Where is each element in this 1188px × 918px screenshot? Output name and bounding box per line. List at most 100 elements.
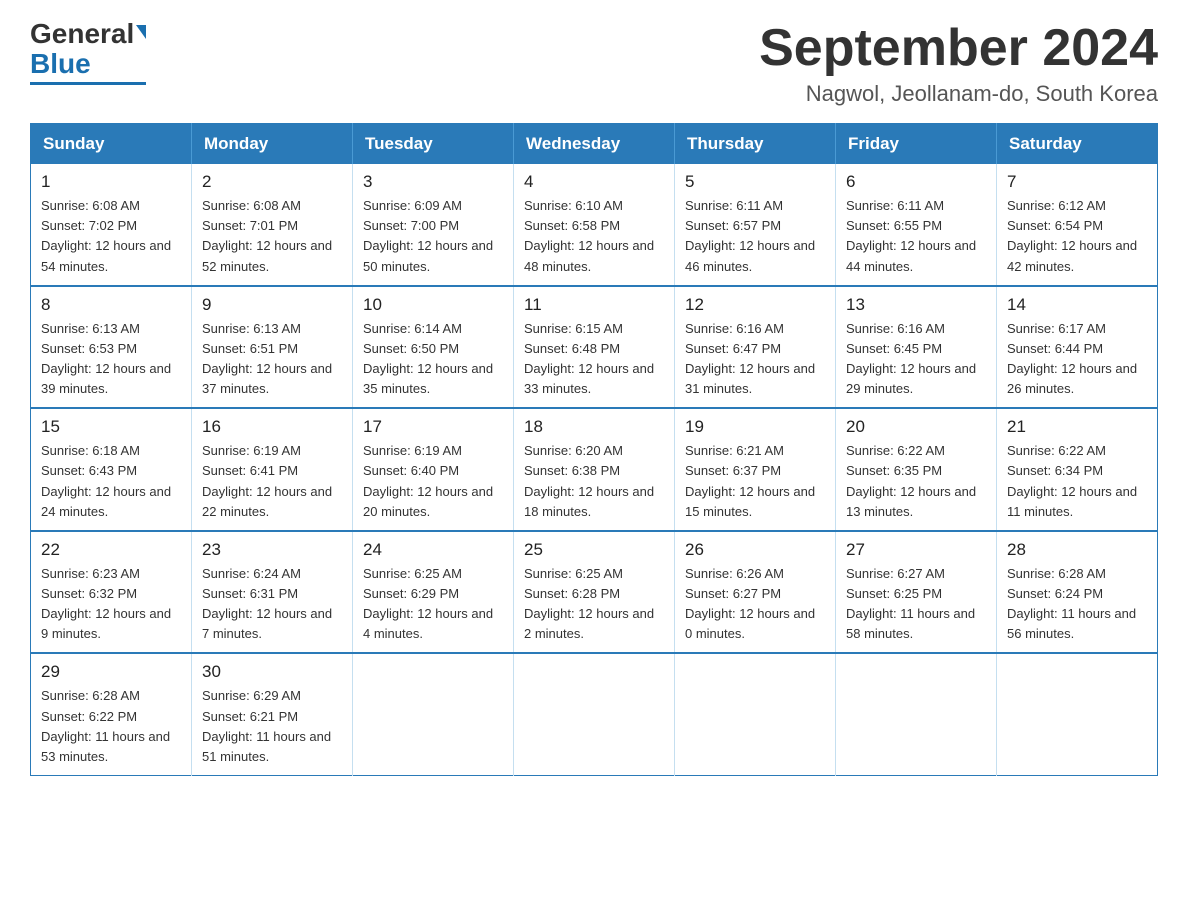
day-info: Sunrise: 6:17 AMSunset: 6:44 PMDaylight:…	[1007, 319, 1147, 400]
day-info: Sunrise: 6:26 AMSunset: 6:27 PMDaylight:…	[685, 564, 825, 645]
day-number: 16	[202, 417, 342, 437]
calendar-week-row: 22Sunrise: 6:23 AMSunset: 6:32 PMDayligh…	[31, 531, 1158, 654]
page-header: General Blue September 2024 Nagwol, Jeol…	[30, 20, 1158, 107]
day-number: 18	[524, 417, 664, 437]
calendar-week-row: 8 Sunrise: 6:13 AMSunset: 6:53 PMDaylight…	[31, 286, 1158, 409]
weekday-header-tuesday: Tuesday	[353, 124, 514, 165]
calendar-cell: 27 Sunrise: 6:27 AMSunset: 6:25 PMDayligh…	[836, 531, 997, 654]
calendar-cell: 18Sunrise: 6:20 AMSunset: 6:38 PMDayligh…	[514, 408, 675, 531]
calendar-cell: 2 Sunrise: 6:08 AMSunset: 7:01 PMDaylight…	[192, 164, 353, 286]
day-number: 10	[363, 295, 503, 315]
weekday-header-monday: Monday	[192, 124, 353, 165]
calendar-cell: 1 Sunrise: 6:08 AMSunset: 7:02 PMDaylight…	[31, 164, 192, 286]
day-number: 2	[202, 172, 342, 192]
logo-blue-text: Blue	[30, 50, 91, 78]
calendar-cell: 3 Sunrise: 6:09 AMSunset: 7:00 PMDaylight…	[353, 164, 514, 286]
day-info: Sunrise: 6:13 AMSunset: 6:53 PMDaylight:…	[41, 319, 181, 400]
day-info: Sunrise: 6:10 AMSunset: 6:58 PMDaylight:…	[524, 196, 664, 277]
day-number: 27	[846, 540, 986, 560]
day-info: Sunrise: 6:11 AMSunset: 6:57 PMDaylight:…	[685, 196, 825, 277]
day-number: 15	[41, 417, 181, 437]
day-number: 9	[202, 295, 342, 315]
day-number: 5	[685, 172, 825, 192]
calendar-cell: 25Sunrise: 6:25 AMSunset: 6:28 PMDayligh…	[514, 531, 675, 654]
calendar-cell: 14 Sunrise: 6:17 AMSunset: 6:44 PMDayligh…	[997, 286, 1158, 409]
calendar-cell	[675, 653, 836, 775]
location-text: Nagwol, Jeollanam-do, South Korea	[759, 81, 1158, 107]
calendar-cell: 15 Sunrise: 6:18 AMSunset: 6:43 PMDayligh…	[31, 408, 192, 531]
day-number: 17	[363, 417, 503, 437]
day-info: Sunrise: 6:15 AMSunset: 6:48 PMDaylight:…	[524, 319, 664, 400]
calendar-week-row: 29 Sunrise: 6:28 AMSunset: 6:22 PMDayligh…	[31, 653, 1158, 775]
day-info: Sunrise: 6:09 AMSunset: 7:00 PMDaylight:…	[363, 196, 503, 277]
day-number: 23	[202, 540, 342, 560]
calendar-cell: 8 Sunrise: 6:13 AMSunset: 6:53 PMDaylight…	[31, 286, 192, 409]
calendar-cell	[353, 653, 514, 775]
day-number: 13	[846, 295, 986, 315]
calendar-cell: 30 Sunrise: 6:29 AMSunset: 6:21 PMDayligh…	[192, 653, 353, 775]
day-number: 28	[1007, 540, 1147, 560]
month-title: September 2024	[759, 20, 1158, 77]
calendar-cell	[836, 653, 997, 775]
day-info: Sunrise: 6:13 AMSunset: 6:51 PMDaylight:…	[202, 319, 342, 400]
day-info: Sunrise: 6:21 AMSunset: 6:37 PMDaylight:…	[685, 441, 825, 522]
logo: General Blue	[30, 20, 146, 85]
day-number: 3	[363, 172, 503, 192]
day-info: Sunrise: 6:08 AMSunset: 7:02 PMDaylight:…	[41, 196, 181, 277]
calendar-week-row: 15 Sunrise: 6:18 AMSunset: 6:43 PMDayligh…	[31, 408, 1158, 531]
day-number: 21	[1007, 417, 1147, 437]
calendar-cell: 16Sunrise: 6:19 AMSunset: 6:41 PMDayligh…	[192, 408, 353, 531]
day-number: 19	[685, 417, 825, 437]
calendar-cell: 17Sunrise: 6:19 AMSunset: 6:40 PMDayligh…	[353, 408, 514, 531]
day-info: Sunrise: 6:22 AMSunset: 6:35 PMDaylight:…	[846, 441, 986, 522]
weekday-header-row: SundayMondayTuesdayWednesdayThursdayFrid…	[31, 124, 1158, 165]
day-number: 7	[1007, 172, 1147, 192]
day-number: 4	[524, 172, 664, 192]
day-info: Sunrise: 6:29 AMSunset: 6:21 PMDaylight:…	[202, 686, 342, 767]
day-number: 26	[685, 540, 825, 560]
calendar-cell: 10Sunrise: 6:14 AMSunset: 6:50 PMDayligh…	[353, 286, 514, 409]
day-number: 8	[41, 295, 181, 315]
calendar-cell: 20 Sunrise: 6:22 AMSunset: 6:35 PMDayligh…	[836, 408, 997, 531]
day-info: Sunrise: 6:25 AMSunset: 6:29 PMDaylight:…	[363, 564, 503, 645]
logo-underline	[30, 82, 146, 85]
calendar-cell: 22Sunrise: 6:23 AMSunset: 6:32 PMDayligh…	[31, 531, 192, 654]
day-info: Sunrise: 6:12 AMSunset: 6:54 PMDaylight:…	[1007, 196, 1147, 277]
calendar-cell	[514, 653, 675, 775]
day-info: Sunrise: 6:28 AMSunset: 6:24 PMDaylight:…	[1007, 564, 1147, 645]
calendar-cell	[997, 653, 1158, 775]
day-number: 6	[846, 172, 986, 192]
day-info: Sunrise: 6:18 AMSunset: 6:43 PMDaylight:…	[41, 441, 181, 522]
day-number: 25	[524, 540, 664, 560]
calendar-cell: 26 Sunrise: 6:26 AMSunset: 6:27 PMDayligh…	[675, 531, 836, 654]
day-number: 20	[846, 417, 986, 437]
day-info: Sunrise: 6:22 AMSunset: 6:34 PMDaylight:…	[1007, 441, 1147, 522]
calendar-cell: 19 Sunrise: 6:21 AMSunset: 6:37 PMDayligh…	[675, 408, 836, 531]
calendar-cell: 11Sunrise: 6:15 AMSunset: 6:48 PMDayligh…	[514, 286, 675, 409]
weekday-header-sunday: Sunday	[31, 124, 192, 165]
day-info: Sunrise: 6:28 AMSunset: 6:22 PMDaylight:…	[41, 686, 181, 767]
logo-triangle-icon	[136, 25, 146, 39]
day-number: 1	[41, 172, 181, 192]
day-number: 29	[41, 662, 181, 682]
calendar-week-row: 1 Sunrise: 6:08 AMSunset: 7:02 PMDaylight…	[31, 164, 1158, 286]
day-info: Sunrise: 6:27 AMSunset: 6:25 PMDaylight:…	[846, 564, 986, 645]
calendar-cell: 21 Sunrise: 6:22 AMSunset: 6:34 PMDayligh…	[997, 408, 1158, 531]
calendar-cell: 7 Sunrise: 6:12 AMSunset: 6:54 PMDaylight…	[997, 164, 1158, 286]
day-info: Sunrise: 6:16 AMSunset: 6:47 PMDaylight:…	[685, 319, 825, 400]
day-info: Sunrise: 6:08 AMSunset: 7:01 PMDaylight:…	[202, 196, 342, 277]
weekday-header-thursday: Thursday	[675, 124, 836, 165]
calendar-cell: 4 Sunrise: 6:10 AMSunset: 6:58 PMDaylight…	[514, 164, 675, 286]
calendar-cell: 23Sunrise: 6:24 AMSunset: 6:31 PMDayligh…	[192, 531, 353, 654]
calendar-cell: 29 Sunrise: 6:28 AMSunset: 6:22 PMDayligh…	[31, 653, 192, 775]
logo-general-text: General	[30, 20, 134, 48]
day-number: 14	[1007, 295, 1147, 315]
day-info: Sunrise: 6:16 AMSunset: 6:45 PMDaylight:…	[846, 319, 986, 400]
calendar-cell: 28 Sunrise: 6:28 AMSunset: 6:24 PMDayligh…	[997, 531, 1158, 654]
day-number: 22	[41, 540, 181, 560]
day-number: 30	[202, 662, 342, 682]
weekday-header-friday: Friday	[836, 124, 997, 165]
weekday-header-saturday: Saturday	[997, 124, 1158, 165]
calendar-cell: 5 Sunrise: 6:11 AMSunset: 6:57 PMDaylight…	[675, 164, 836, 286]
calendar-cell: 9 Sunrise: 6:13 AMSunset: 6:51 PMDaylight…	[192, 286, 353, 409]
